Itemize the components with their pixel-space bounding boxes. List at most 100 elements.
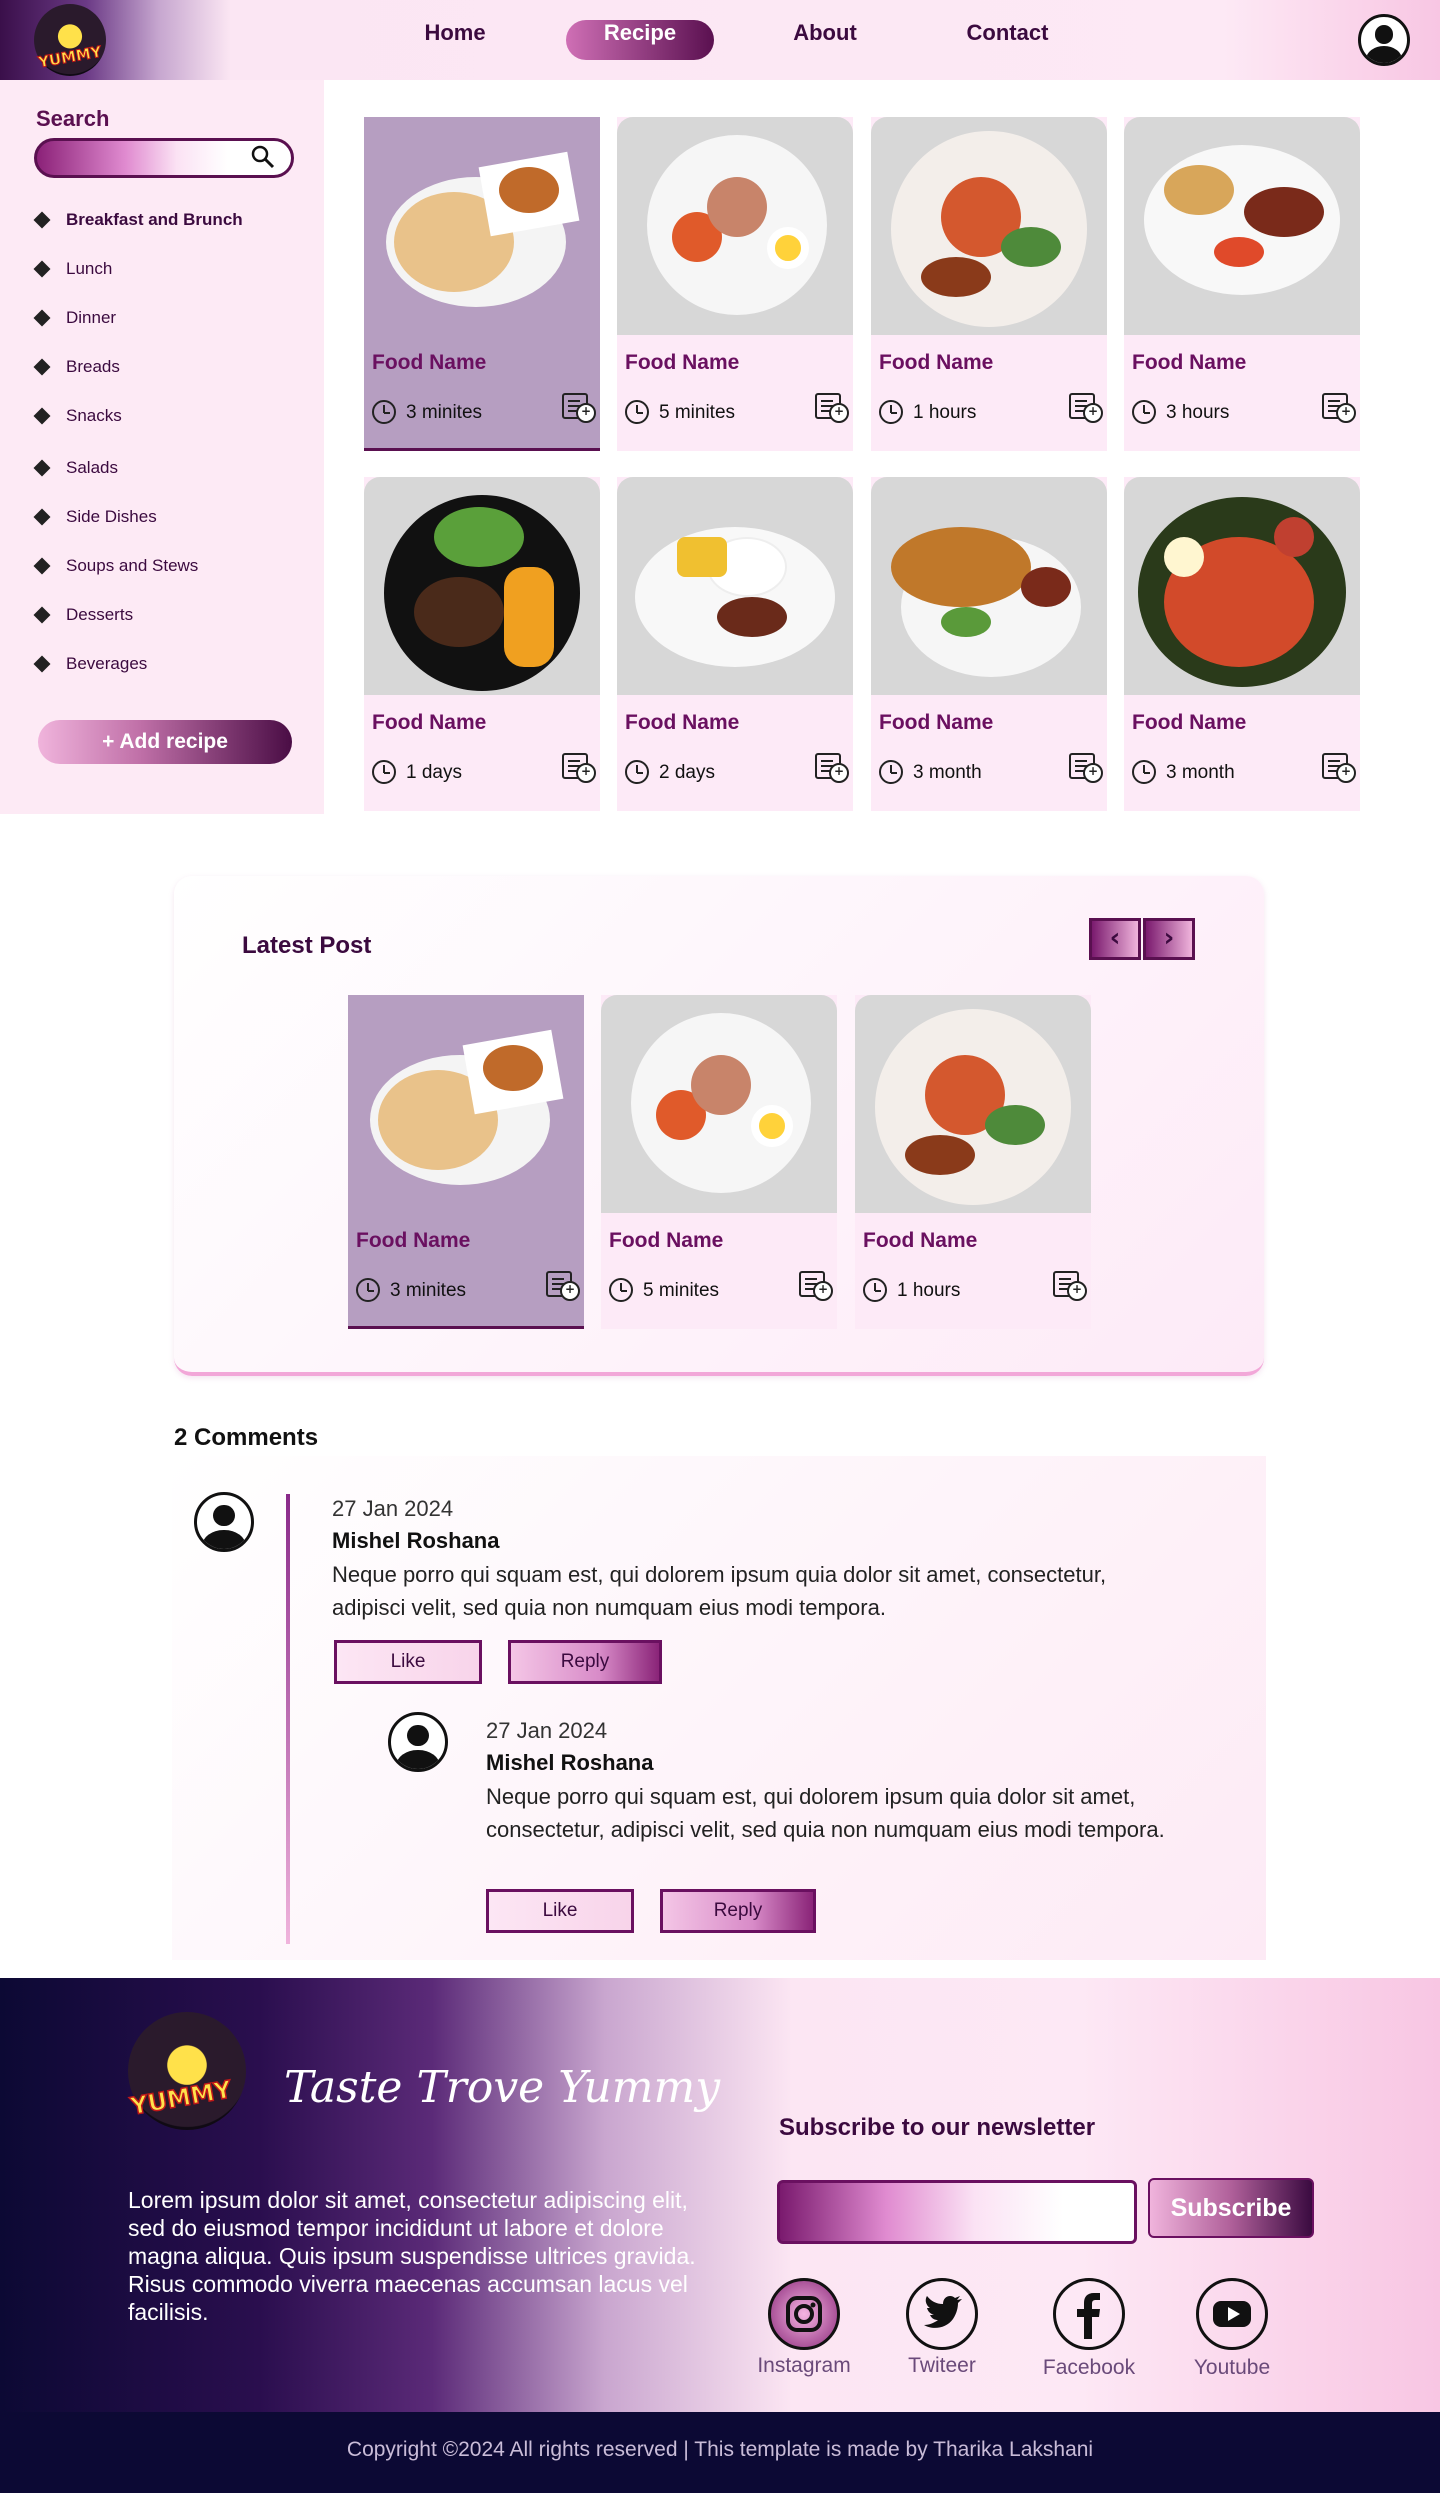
diamond-bullet-icon: [33, 211, 51, 229]
nav-contact[interactable]: Contact: [950, 20, 1065, 60]
food-name[interactable]: Food Name: [625, 711, 739, 735]
like-button[interactable]: Like: [334, 1640, 482, 1684]
nav-about[interactable]: About: [775, 20, 875, 60]
food-name[interactable]: Food Name: [1132, 711, 1246, 735]
copyright-text: Copyright ©2024 All rights reserved | Th…: [346, 2438, 1094, 2461]
nav-recipe[interactable]: Recipe: [566, 20, 714, 60]
nav-home[interactable]: Home: [405, 20, 505, 60]
carousel-prev-button[interactable]: ‹: [1089, 918, 1141, 960]
like-button[interactable]: Like: [486, 1889, 634, 1933]
category-item[interactable]: Soups and Stews: [33, 552, 198, 580]
twitter-label[interactable]: Twiteer: [877, 2354, 1007, 2378]
category-item[interactable]: Side Dishes: [33, 503, 157, 531]
food-name[interactable]: Food Name: [625, 351, 739, 375]
category-label: Desserts: [66, 605, 134, 624]
recipe-card[interactable]: Food Name 3 hours: [1124, 117, 1360, 451]
cook-time: 3 minites: [406, 402, 483, 423]
recipe-card[interactable]: Food Name 3 month: [1124, 477, 1360, 811]
add-to-list-icon[interactable]: [1322, 753, 1356, 783]
top-header: [0, 0, 1440, 80]
food-name[interactable]: Food Name: [356, 1229, 470, 1253]
category-item[interactable]: Dinner: [33, 304, 117, 332]
user-avatar-icon[interactable]: [1358, 14, 1410, 66]
recipe-card[interactable]: Food Name 5 minites: [601, 995, 837, 1329]
newsletter-email-input[interactable]: [777, 2180, 1137, 2244]
food-name[interactable]: Food Name: [879, 351, 993, 375]
facebook-icon[interactable]: [1053, 2278, 1125, 2350]
food-name[interactable]: Food Name: [372, 351, 486, 375]
recipe-card[interactable]: Food Name 1 days: [364, 477, 600, 811]
food-name[interactable]: Food Name: [1132, 351, 1246, 375]
instagram-label[interactable]: Instagram: [739, 2354, 869, 2378]
category-item[interactable]: Beverages: [33, 650, 147, 678]
add-to-list-icon[interactable]: [562, 753, 596, 783]
food-image[interactable]: [871, 117, 1107, 335]
cook-time: 5 minites: [643, 1280, 720, 1301]
cook-time: 5 minites: [659, 402, 736, 423]
recipe-card[interactable]: Food Name 3 minites: [348, 995, 584, 1329]
food-image[interactable]: [364, 117, 600, 335]
category-label: Dinner: [66, 308, 117, 327]
food-name[interactable]: Food Name: [372, 711, 486, 735]
category-item[interactable]: Breakfast and Brunch: [33, 206, 243, 234]
comment-author: Mishel Roshana: [332, 1528, 500, 1553]
recipe-card[interactable]: Food Name 1 hours: [871, 117, 1107, 451]
carousel-next-button[interactable]: ›: [1143, 918, 1195, 960]
facebook-label[interactable]: Facebook: [1024, 2356, 1154, 2380]
category-item[interactable]: Salads: [33, 454, 118, 482]
category-label: Snacks: [66, 406, 122, 425]
add-recipe-button[interactable]: + Add recipe: [38, 720, 292, 764]
food-image[interactable]: [601, 995, 837, 1213]
commenter-avatar-icon: [194, 1492, 254, 1552]
food-image[interactable]: [617, 117, 853, 335]
add-to-list-icon[interactable]: [1069, 753, 1103, 783]
food-image[interactable]: [871, 477, 1107, 695]
add-to-list-icon[interactable]: [562, 393, 596, 423]
recipe-card[interactable]: Food Name 3 month: [871, 477, 1107, 811]
food-image[interactable]: [617, 477, 853, 695]
category-item[interactable]: Lunch: [33, 255, 112, 283]
cook-time: 1 hours: [913, 402, 977, 423]
subscribe-button[interactable]: Subscribe: [1148, 2178, 1314, 2238]
clock-icon: [879, 760, 903, 784]
reply-button[interactable]: Reply: [660, 1889, 816, 1933]
youtube-icon[interactable]: [1196, 2278, 1268, 2350]
food-image[interactable]: [364, 477, 600, 695]
add-to-list-icon[interactable]: [799, 1271, 833, 1301]
youtube-label[interactable]: Youtube: [1167, 2356, 1297, 2380]
clock-icon: [625, 760, 649, 784]
add-to-list-icon[interactable]: [1069, 393, 1103, 423]
recipe-card[interactable]: Food Name 1 hours: [855, 995, 1091, 1329]
clock-icon: [625, 400, 649, 424]
food-image[interactable]: [855, 995, 1091, 1213]
comment-author: Mishel Roshana: [486, 1750, 654, 1775]
food-name[interactable]: Food Name: [863, 1229, 977, 1253]
recipe-card[interactable]: Food Name 5 minites: [617, 117, 853, 451]
instagram-icon[interactable]: [768, 2278, 840, 2350]
add-to-list-icon[interactable]: [1053, 1271, 1087, 1301]
add-to-list-icon[interactable]: [546, 1271, 580, 1301]
add-to-list-icon[interactable]: [815, 393, 849, 423]
comment-thread-line: [286, 1494, 290, 1944]
category-item[interactable]: Desserts: [33, 601, 134, 629]
add-to-list-icon[interactable]: [1322, 393, 1356, 423]
recipe-card[interactable]: Food Name 3 minites: [364, 117, 600, 451]
diamond-bullet-icon: [33, 557, 51, 575]
yummy-logo[interactable]: YUMMY: [34, 4, 106, 76]
food-image[interactable]: [348, 995, 584, 1213]
food-name[interactable]: Food Name: [609, 1229, 723, 1253]
newsletter-title: Subscribe to our newsletter: [779, 2114, 1096, 2141]
reply-button[interactable]: Reply: [508, 1640, 662, 1684]
search-icon[interactable]: [250, 144, 276, 170]
recipe-card[interactable]: Food Name 2 days: [617, 477, 853, 811]
diamond-bullet-icon: [33, 655, 51, 673]
twitter-icon[interactable]: [906, 2278, 978, 2350]
chevron-left-icon: ‹: [1109, 923, 1121, 953]
footer-brand-name: Taste Trove Yummy: [284, 2062, 721, 2113]
food-image[interactable]: [1124, 117, 1360, 335]
food-image[interactable]: [1124, 477, 1360, 695]
category-item[interactable]: Breads: [33, 353, 120, 381]
food-name[interactable]: Food Name: [879, 711, 993, 735]
add-to-list-icon[interactable]: [815, 753, 849, 783]
category-item[interactable]: Snacks: [33, 402, 122, 430]
